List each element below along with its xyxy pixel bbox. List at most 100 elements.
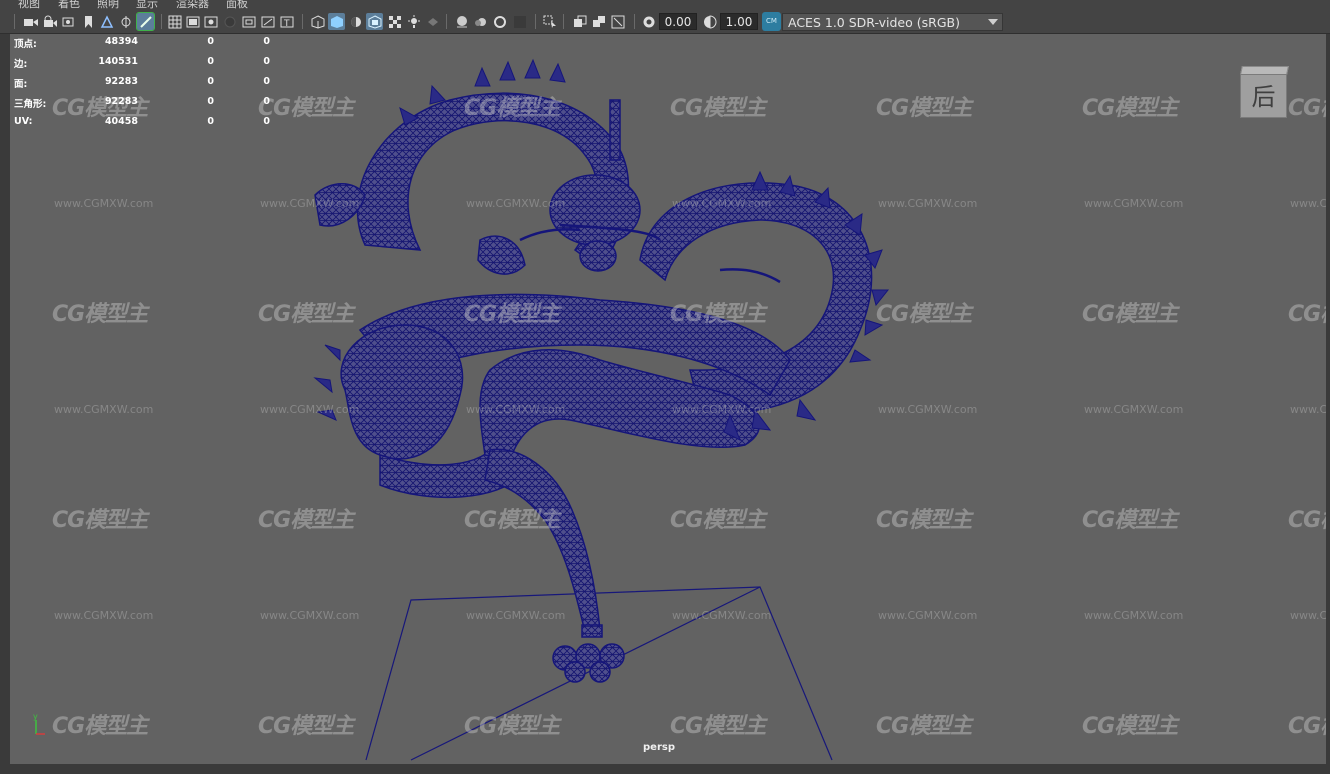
safe-title-icon[interactable]: T (279, 13, 295, 30)
camera-name-label: persp (643, 742, 675, 753)
wireframe-icon[interactable] (309, 13, 326, 30)
watermark-url: www.CGMXW.com (260, 403, 360, 416)
hud-value: 40458 (104, 116, 138, 127)
film-gate-icon[interactable] (185, 13, 201, 30)
checker-icon[interactable] (386, 13, 403, 30)
view-cube-face-back[interactable]: 后 (1240, 74, 1287, 118)
toolbar-separator (14, 14, 15, 29)
motion-blur-icon[interactable] (472, 13, 489, 30)
hud-row-uvs: UV: 40458 0 0 (14, 116, 284, 132)
watermark-logo: CG模型主 (1082, 96, 1178, 121)
watermark-logo: CG模型主 (258, 714, 354, 739)
menu-bar: 视图 着色 照明 显示 渲染器 面板 (0, 0, 1330, 9)
safe-action-icon[interactable] (260, 13, 276, 30)
viewport-frame-right (1326, 34, 1330, 774)
watermark-logo: CG模型主 (1288, 714, 1326, 739)
grease-pencil-icon[interactable] (117, 13, 135, 30)
bookmark-icon[interactable] (80, 13, 96, 30)
watermark-logo: CG模型主 (876, 96, 972, 121)
hud-value: 0 (263, 116, 270, 127)
textured-icon[interactable] (366, 13, 383, 30)
menu-renderer[interactable]: 渲染器 (176, 0, 209, 9)
hud-row-triangles: 三角形: 92283 0 0 (14, 96, 284, 112)
hud-value: 0 (207, 56, 214, 67)
xray-joints-icon[interactable] (609, 13, 626, 30)
camera-select-icon[interactable] (22, 13, 40, 30)
depth-of-field-icon[interactable] (511, 13, 528, 30)
camera-attributes-icon[interactable] (41, 13, 59, 30)
watermark-url: www.CGMXW.com (466, 197, 566, 210)
field-chart-icon[interactable] (241, 13, 257, 30)
watermark-logo: CG模型主 (464, 714, 560, 739)
viewport-frame-left (0, 34, 10, 774)
hud-value: 0 (263, 96, 270, 107)
watermark-logo: CG模型主 (670, 96, 766, 121)
axis-gizmo: y (26, 712, 46, 736)
gamma-field[interactable]: 1.00 (720, 13, 758, 30)
exposure-icon[interactable] (640, 13, 658, 30)
watermark-logo: CG模型主 (876, 714, 972, 739)
gamma-icon[interactable] (701, 13, 719, 30)
view-cube[interactable]: 后 (1240, 66, 1289, 118)
svg-text:T: T (283, 19, 290, 29)
menu-shading[interactable]: 着色 (58, 0, 80, 9)
resolution-gate-icon[interactable] (203, 13, 219, 30)
color-management-icon[interactable]: CM (762, 12, 781, 31)
exposure-field[interactable]: 0.00 (659, 13, 697, 30)
watermark-logo: CG模型主 (1288, 508, 1326, 533)
watermark-logo: CG模型主 (670, 302, 766, 327)
hud-value: 48394 (104, 36, 138, 47)
axis-y-label: y (33, 712, 38, 721)
xray-icon[interactable] (571, 13, 588, 30)
watermark-logo: CG模型主 (464, 508, 560, 533)
xray-active-components-icon[interactable] (590, 13, 607, 30)
pencil-icon[interactable] (136, 12, 155, 31)
watermark-url: www.CGMXW.com (878, 403, 978, 416)
anti-aliasing-icon[interactable] (491, 13, 508, 30)
color-space-dropdown[interactable]: ACES 1.0 SDR-video (sRGB) (782, 13, 1003, 31)
watermark-url: www.CGMXW.com (54, 403, 154, 416)
menu-show[interactable]: 显示 (136, 0, 158, 9)
2d-pan-zoom-icon[interactable] (98, 13, 116, 30)
watermark-logo: CG模型主 (258, 508, 354, 533)
watermark-logo: CG模型主 (1082, 302, 1178, 327)
hud-label: 三角形: (14, 99, 47, 110)
watermark-logo: CG模型主 (258, 302, 354, 327)
watermark-logo: CG模型主 (876, 508, 972, 533)
watermark-url: www.CGMXW.com (1084, 609, 1184, 622)
watermark-logo: CG模型主 (52, 302, 148, 327)
watermark-logo: CG模型主 (464, 96, 560, 121)
watermark-logo: CG模型主 (52, 508, 148, 533)
grid-icon[interactable] (167, 13, 183, 30)
smooth-shade-icon[interactable] (328, 13, 345, 30)
hud-row-vertices: 顶点: 48394 0 0 (14, 36, 284, 52)
watermark-logo: CG模型主 (670, 714, 766, 739)
perspective-viewport[interactable]: CG模型主 CG模型主 CG模型主 CG模型主 CG模型主 CG模型主 CG模型主 CG模型主… (10, 34, 1326, 764)
hud-value: 92283 (104, 96, 138, 107)
use-all-lights-icon[interactable] (405, 13, 422, 30)
screen-space-ao-icon[interactable] (453, 13, 470, 30)
watermark-url: www.CGMXW.com (54, 197, 154, 210)
hud-value: 140531 (98, 56, 138, 67)
wireframe-on-shaded-icon[interactable] (347, 13, 364, 30)
gate-mask-icon[interactable] (222, 13, 238, 30)
watermark-logo: CG模型主 (876, 302, 972, 327)
hud-row-edges: 边: 140531 0 0 (14, 56, 284, 72)
image-plane-icon[interactable] (60, 13, 78, 30)
hud-value: 0 (263, 36, 270, 47)
hud-value: 0 (263, 76, 270, 87)
menu-view[interactable]: 视图 (18, 0, 40, 9)
menu-panels[interactable]: 面板 (226, 0, 248, 9)
menu-lighting[interactable]: 照明 (97, 0, 119, 9)
shadows-icon[interactable] (424, 13, 441, 30)
panel-toolbar: T 0.00 1.00 CM ACES 1.0 SDR-video (sRGB) (0, 9, 1330, 34)
watermark-url: www.CGMXW.com (1084, 403, 1184, 416)
watermark-url: www.CGMXW.com (1290, 197, 1326, 210)
hud-value: 0 (207, 76, 214, 87)
watermark-logo: CG模型主 (670, 508, 766, 533)
isolate-select-icon[interactable] (541, 13, 558, 30)
scene-canvas (313, 58, 890, 761)
color-space-label: ACES 1.0 SDR-video (sRGB) (788, 15, 960, 30)
toolbar-separator (634, 14, 635, 29)
watermark-url: www.CGMXW.com (672, 197, 772, 210)
